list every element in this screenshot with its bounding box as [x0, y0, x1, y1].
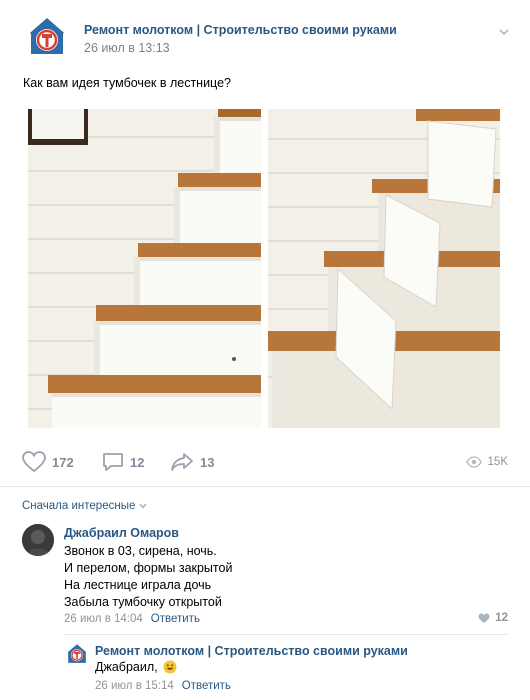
- comment-date[interactable]: 26 июл в 14:04: [64, 613, 143, 625]
- reply-author-link[interactable]: Ремонт молотком | Строительство своими р…: [95, 644, 408, 658]
- comment-text-line: На лестнице играла дочь: [64, 578, 212, 592]
- comments-sort-dropdown[interactable]: Сначала интересные: [22, 500, 147, 512]
- shares-count: 13: [200, 454, 215, 470]
- comment-author-link[interactable]: Джабраил Омаров: [64, 526, 179, 540]
- like-button[interactable]: 172: [22, 448, 74, 476]
- chevron-down-icon[interactable]: [498, 26, 510, 38]
- heart-icon: [478, 613, 490, 623]
- eye-icon: [465, 456, 482, 468]
- post-photo-open-stairs[interactable]: [268, 109, 500, 428]
- comment-meta: 26 июл в 14:04 Ответить: [64, 613, 200, 625]
- share-arrow-icon: [171, 453, 193, 471]
- post-text: Как вам идея тумбочек в лестнице?: [23, 76, 231, 90]
- divider: [0, 486, 530, 487]
- heart-icon: [22, 451, 46, 473]
- comment-like-button[interactable]: 12: [478, 612, 508, 624]
- reply-meta: 26 июл в 15:14 Ответить: [95, 680, 231, 692]
- post-card: Ремонт молотком | Строительство своими р…: [0, 0, 530, 700]
- post-header: Ремонт молотком | Строительство своими р…: [27, 16, 512, 58]
- sort-label: Сначала интересные: [22, 500, 136, 512]
- post-date[interactable]: 26 июл в 13:13: [84, 41, 170, 55]
- hammer-house-logo-icon[interactable]: [27, 16, 67, 56]
- hammer-house-logo-icon[interactable]: [66, 642, 88, 664]
- reply-text-content: Джабраил,: [95, 660, 158, 674]
- views-counter: 15K: [465, 448, 508, 476]
- views-count: 15K: [487, 456, 508, 468]
- comment-button[interactable]: 12: [102, 448, 144, 476]
- comment-reply-button[interactable]: Ответить: [151, 613, 200, 625]
- post-author-link[interactable]: Ремонт молотком | Строительство своими р…: [84, 23, 397, 37]
- post-photo-closed-stairs[interactable]: [28, 109, 261, 428]
- chevron-down-icon: [139, 503, 147, 509]
- comments-count: 12: [130, 454, 145, 470]
- reply-date[interactable]: 26 июл в 15:14: [95, 680, 174, 692]
- reply-reply-button[interactable]: Ответить: [182, 680, 231, 692]
- comment-text-line: Забыла тумбочку открытой: [64, 595, 222, 609]
- comment-likes-count: 12: [495, 612, 508, 624]
- post-actions-bar: 172 12 13 15K: [22, 448, 508, 476]
- share-button[interactable]: 13: [170, 448, 214, 476]
- reply-text: Джабраил,: [95, 660, 177, 674]
- divider: [64, 634, 508, 635]
- avatar[interactable]: [22, 524, 54, 556]
- likes-count: 172: [52, 454, 74, 470]
- comment-text-line: Звонок в 03, сирена, ночь.: [64, 544, 217, 558]
- grinning-emoji-icon: [163, 660, 177, 674]
- comment-bubble-icon: [103, 453, 123, 471]
- comment-text-line: И перелом, формы закрытой: [64, 561, 233, 575]
